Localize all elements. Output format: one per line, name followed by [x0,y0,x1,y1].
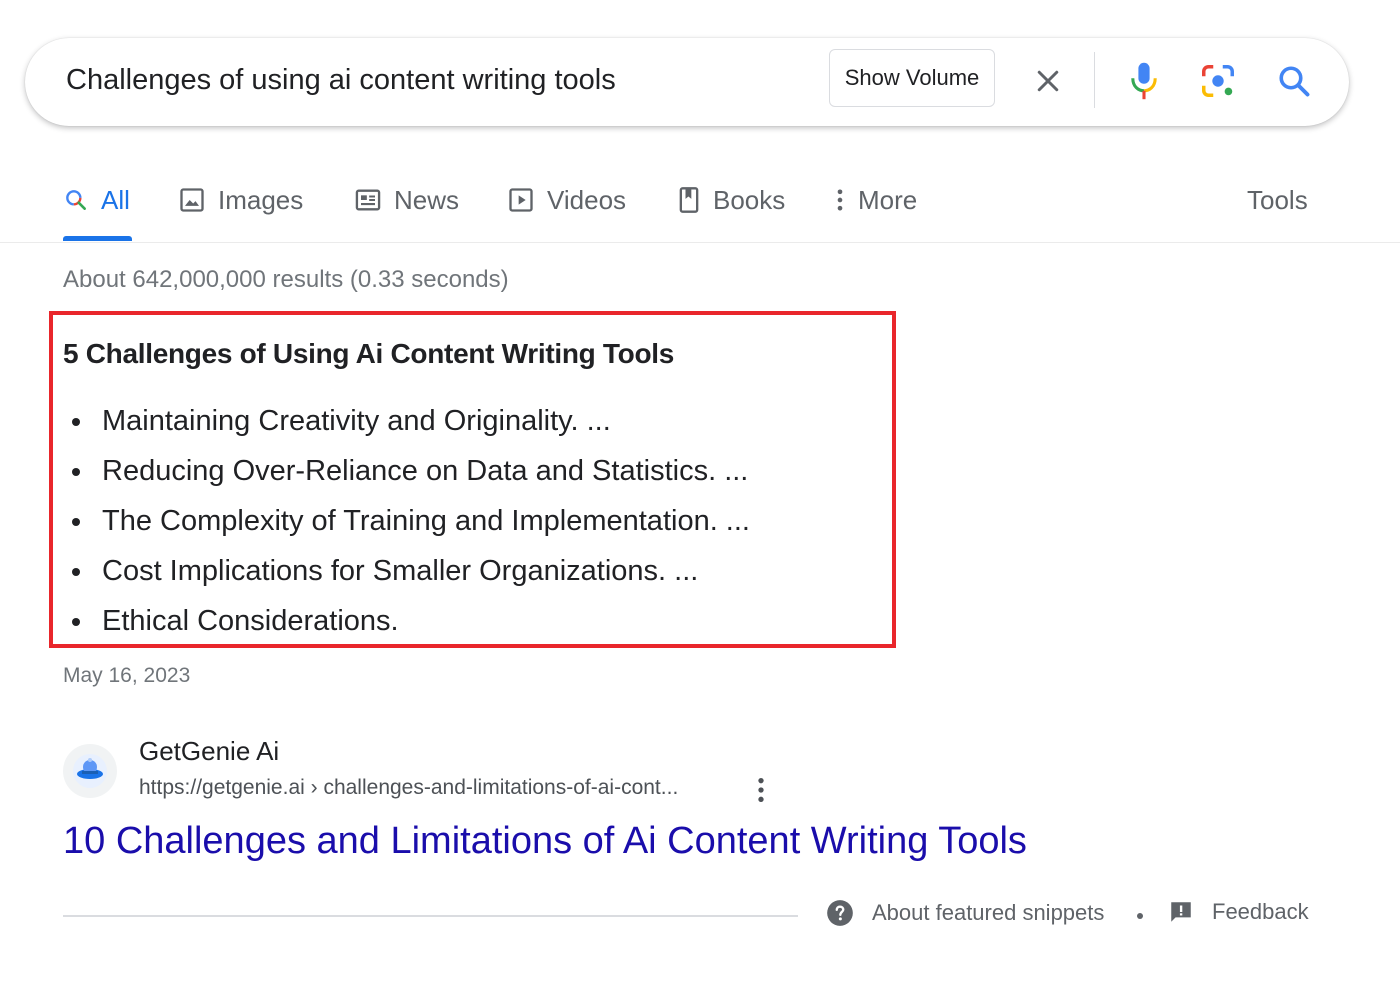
book-icon [679,187,699,213]
tab-videos[interactable]: Videos [507,180,626,220]
tab-label: All [101,184,130,215]
feedback-icon [1171,902,1191,922]
bullet [72,568,80,576]
search-tabs: All Images News Videos Books More Tools [0,170,1400,243]
snippet-list: Maintaining Creativity and Originality. … [63,398,750,648]
getgenie-logo-icon [73,754,107,788]
list-item: Ethical Considerations. [63,598,750,648]
tools-button[interactable]: Tools [1247,180,1308,220]
search-icon[interactable] [1269,56,1319,106]
site-name[interactable]: GetGenie Ai [139,736,279,767]
search-input[interactable]: Challenges of using ai content writing t… [66,64,616,97]
snippet-title: 5 Challenges of Using Ai Content Writing… [63,338,675,369]
active-tab-indicator [63,236,132,241]
clear-icon[interactable] [1025,58,1071,104]
tab-news[interactable]: News [354,180,459,220]
search-box-divider [1094,52,1095,108]
list-item: The Complexity of Training and Implement… [63,498,750,548]
show-volume-button[interactable]: Show Volume [829,49,995,107]
footer-separator [1137,913,1143,919]
site-url[interactable]: https://getgenie.ai › challenges-and-lim… [139,776,678,800]
list-item-text: Cost Implications for Smaller Organizati… [102,555,699,587]
search-icon [66,190,86,210]
list-item-text: Ethical Considerations. [102,605,399,637]
tab-images[interactable]: Images [178,180,303,220]
tab-label: News [394,184,460,215]
tab-label: More [858,184,918,215]
list-item-text: Maintaining Creativity and Originality. … [102,405,611,437]
tab-more[interactable]: More [834,180,917,220]
bullet [72,468,80,476]
list-item: Cost Implications for Smaller Organizati… [63,548,750,598]
footer-divider [63,915,798,917]
microphone-icon[interactable] [1119,56,1169,106]
google-lens-icon[interactable] [1193,56,1243,106]
tools-label: Tools [1247,184,1308,215]
site-favicon[interactable] [63,744,117,798]
tab-label: Images [218,184,304,215]
bullet [72,618,80,626]
list-item-text: Reducing Over-Reliance on Data and Stati… [102,455,749,487]
feedback-link[interactable]: Feedback [1168,899,1309,925]
tab-label: Videos [547,184,627,215]
more-vert-icon [837,189,843,211]
result-title-link[interactable]: 10 Challenges and Limitations of Ai Cont… [63,820,1027,863]
image-icon [180,188,204,212]
search-box[interactable]: Challenges of using ai content writing t… [25,38,1349,126]
news-icon [355,189,381,211]
list-item: Maintaining Creativity and Originality. … [63,398,750,448]
video-icon [509,188,533,212]
about-featured-snippets-label: About featured snippets [872,900,1105,925]
list-item: Reducing Over-Reliance on Data and Stati… [63,448,750,498]
list-item-text: The Complexity of Training and Implement… [102,505,750,537]
more-options-icon[interactable] [750,774,772,806]
about-featured-snippets-link[interactable]: About featured snippets [826,899,1104,927]
help-icon [827,900,853,926]
snippet-date: May 16, 2023 [63,664,191,687]
result-stats: About 642,000,000 results (0.33 seconds) [63,266,509,293]
bullet [72,418,80,426]
feedback-label: Feedback [1212,899,1309,924]
tab-books[interactable]: Books [677,180,785,220]
bullet [72,518,80,526]
tab-all[interactable]: All [63,180,130,220]
tab-label: Books [713,184,786,215]
